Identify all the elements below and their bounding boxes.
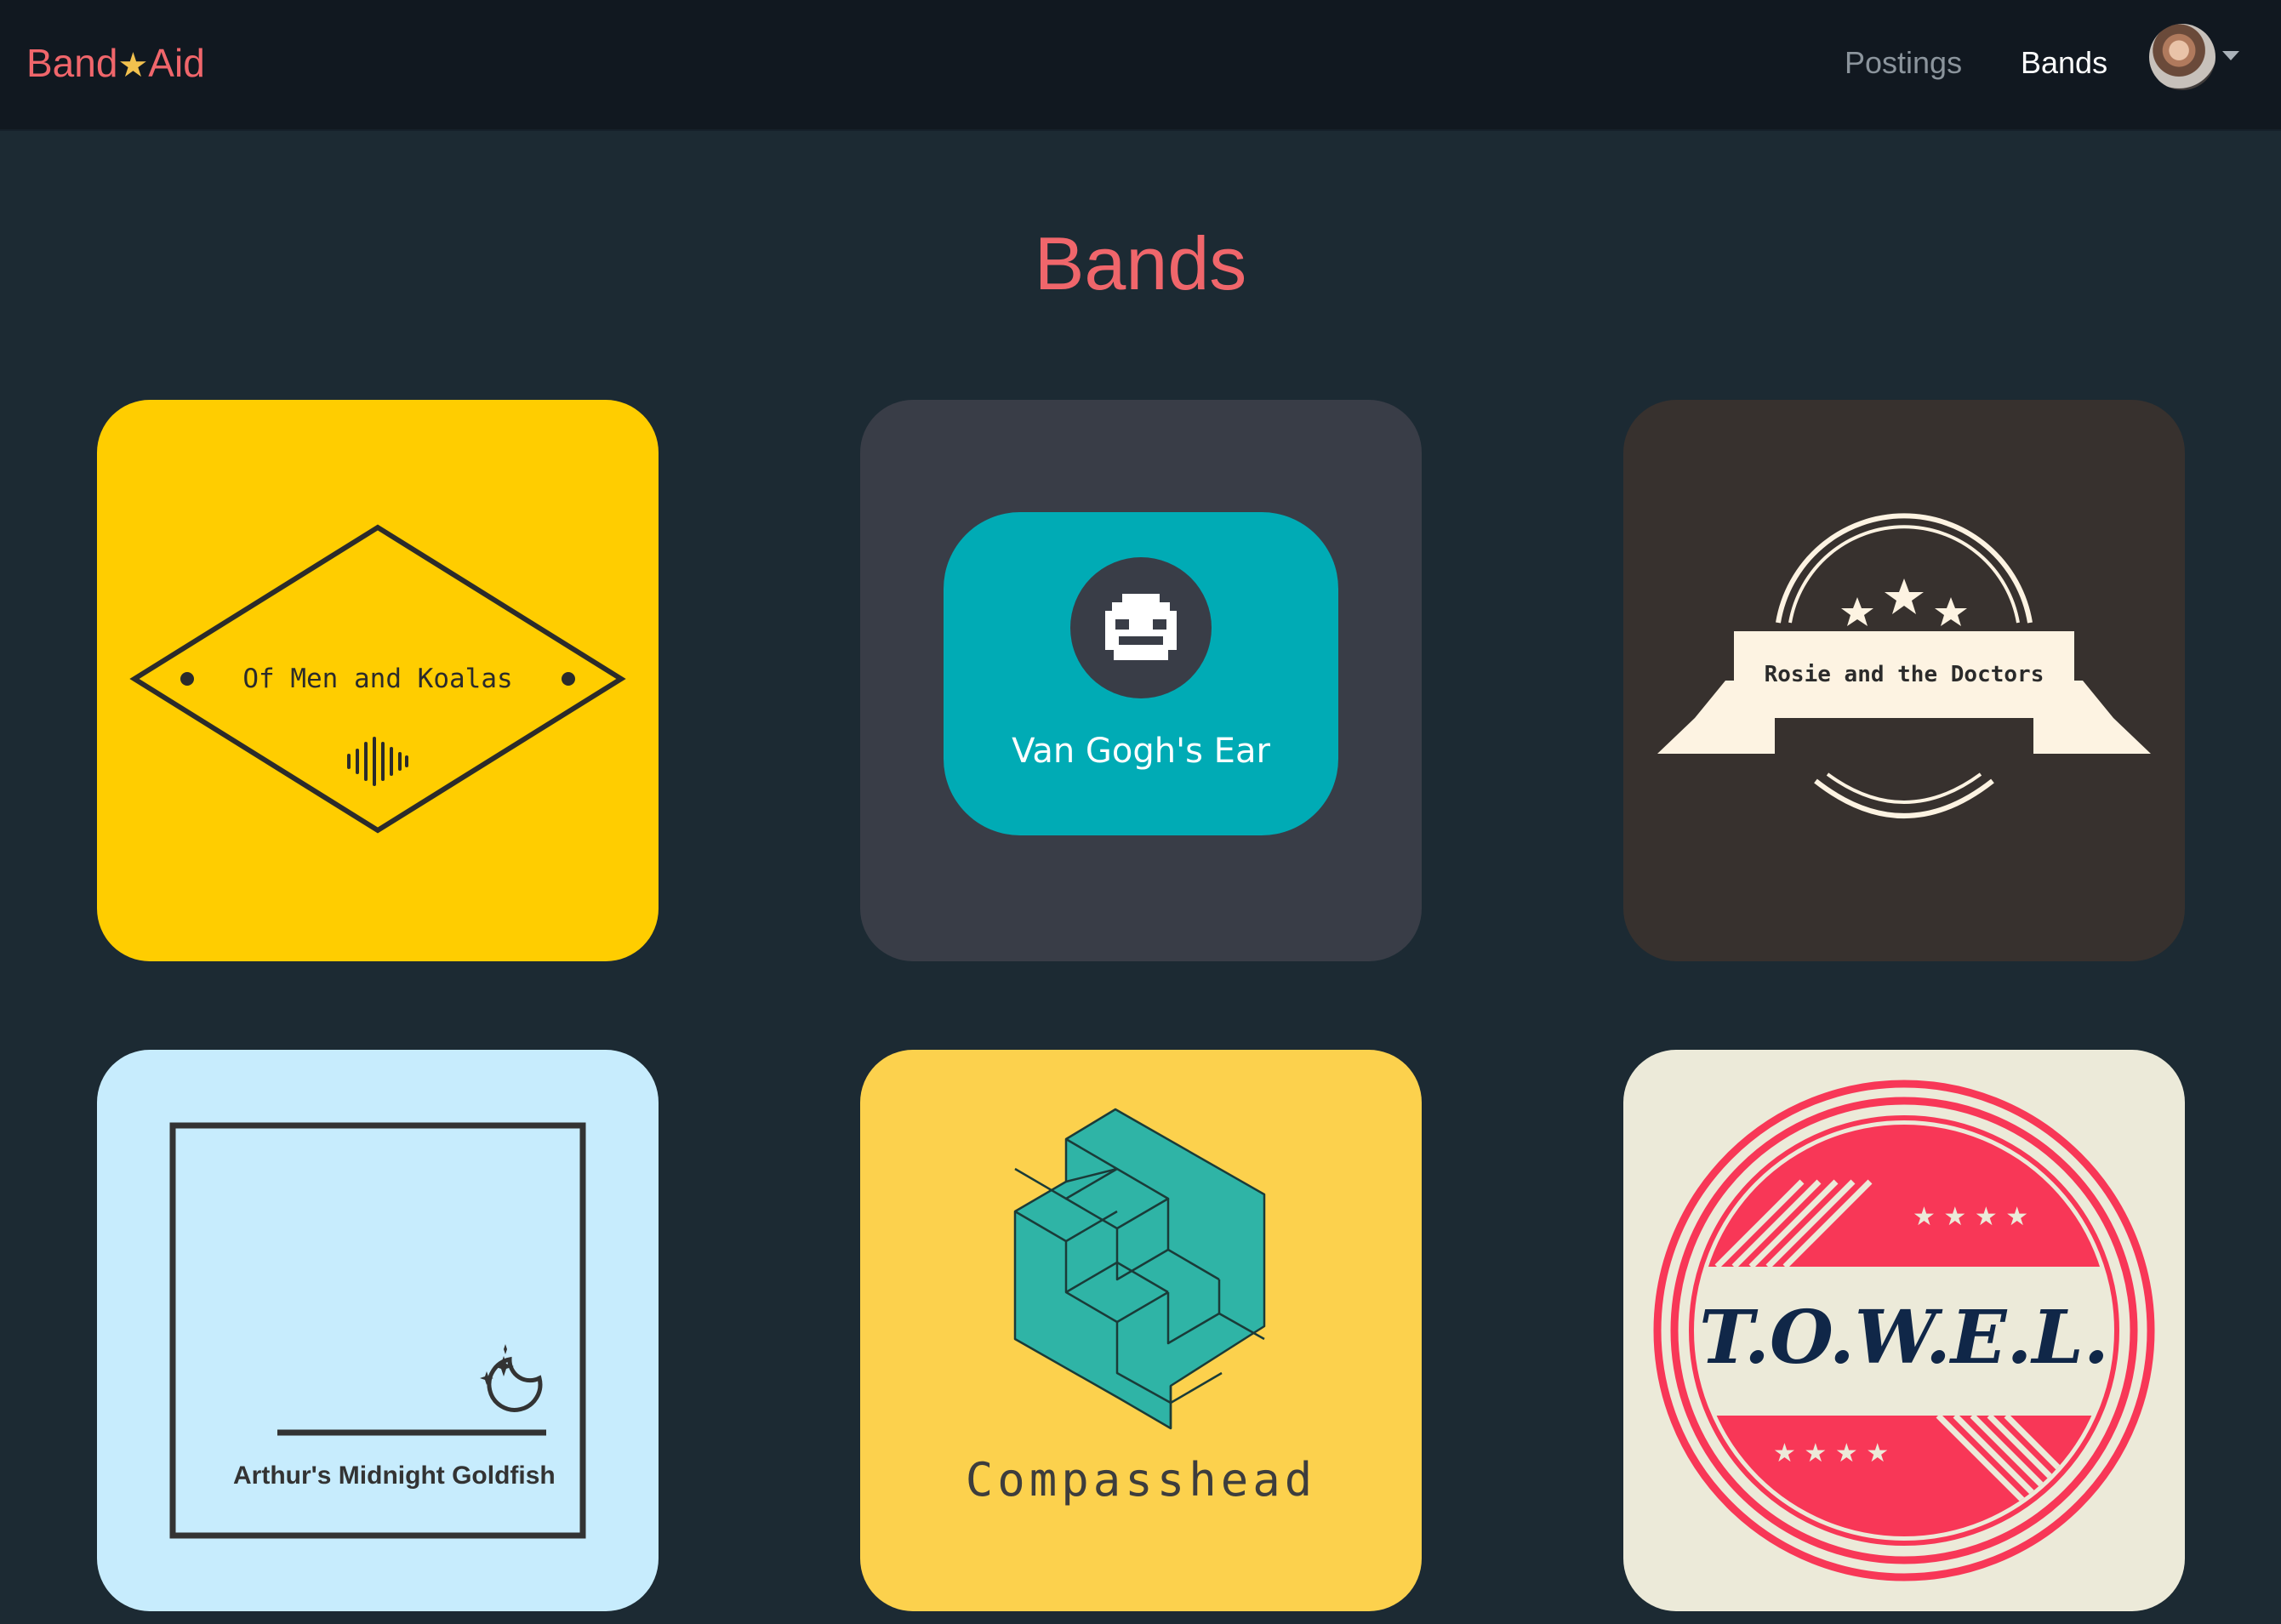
band-card-arthurs-midnight-goldfish[interactable]: Arthur's Midnight Goldfish bbox=[97, 1050, 659, 1611]
navbar: Band★Aid Postings Bands bbox=[0, 0, 2281, 131]
band-name: Arthur's Midnight Goldfish bbox=[233, 1462, 556, 1490]
star-icon: ★ bbox=[117, 47, 149, 84]
band-card-van-goghs-ear[interactable]: Van Gogh's Ear bbox=[860, 400, 1422, 961]
page-title: Bands bbox=[1034, 221, 1247, 305]
moon-stars-icon bbox=[169, 1122, 586, 1539]
band-card-of-men-and-koalas[interactable]: Of Men and Koalas bbox=[97, 400, 659, 961]
chevron-down-icon[interactable] bbox=[2222, 51, 2239, 60]
svg-text:★ ★ ★ ★: ★ ★ ★ ★ bbox=[1913, 1202, 2028, 1232]
nav-link-postings[interactable]: Postings bbox=[1845, 39, 1962, 87]
band-name: T.O.W.E.L. bbox=[1699, 1295, 2109, 1381]
pixel-face-icon bbox=[944, 512, 1338, 835]
brand-logo-link[interactable]: Band★Aid bbox=[26, 37, 205, 91]
band-name: Compasshead bbox=[965, 1453, 1317, 1507]
band-name: Van Gogh's Ear bbox=[1012, 732, 1270, 771]
band-card-compasshead[interactable]: Compasshead bbox=[860, 1050, 1422, 1611]
isometric-cubes-icon bbox=[1013, 1108, 1266, 1430]
svg-text:★ ★ ★ ★: ★ ★ ★ ★ bbox=[1773, 1439, 1889, 1468]
brand-left: Band bbox=[26, 41, 118, 85]
brand-right: Aid bbox=[148, 41, 205, 85]
nav-link-bands[interactable]: Bands bbox=[2021, 39, 2107, 87]
band-card-towel[interactable]: ★ ★ ★ ★ ★ ★ ★ ★ T.O.W.E.L. bbox=[1623, 1050, 2185, 1611]
user-avatar[interactable] bbox=[2149, 24, 2215, 90]
band-name: Rosie and the Doctors bbox=[1764, 662, 2044, 687]
band-name: Of Men and Koalas bbox=[242, 664, 513, 694]
band-card-rosie-and-the-doctors[interactable]: Rosie and the Doctors bbox=[1623, 400, 2185, 961]
